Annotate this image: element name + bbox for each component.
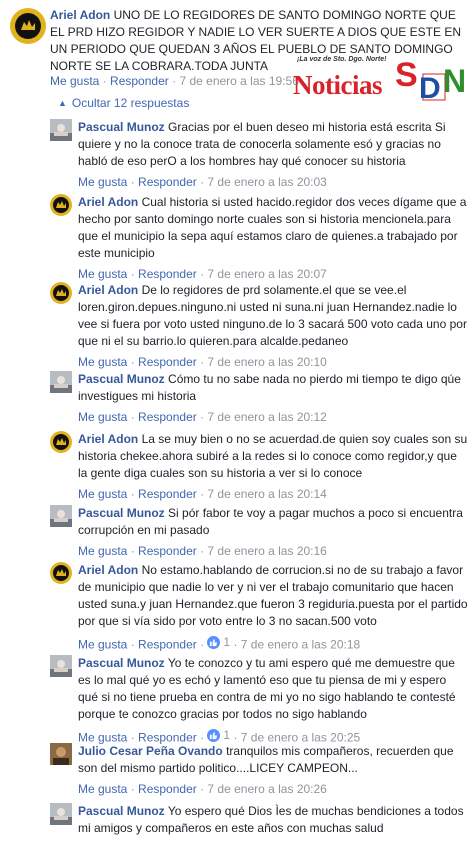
timestamp[interactable]: 7 de enero a las 20:16 [207, 544, 326, 558]
separator: · [102, 74, 111, 88]
sdn-letters: S D N [395, 56, 466, 102]
separator: · [127, 267, 139, 281]
like-link[interactable]: Me gusta [78, 410, 127, 424]
separator: · [127, 410, 139, 424]
comment-author[interactable]: Ariel Adon [50, 8, 110, 22]
hide-replies-link[interactable]: ▲ Ocultar 12 respuestas [58, 96, 189, 110]
timestamp[interactable]: 7 de enero a las 20:12 [207, 410, 326, 424]
separator: · [230, 637, 241, 652]
ariel-adon-avatar[interactable] [50, 562, 72, 584]
separator: · [196, 487, 208, 501]
separator: · [196, 544, 208, 558]
timestamp[interactable]: 7 de enero a las 20:14 [207, 487, 326, 501]
comment-author[interactable]: Pascual Munoz [78, 372, 165, 386]
comment-author[interactable]: Ariel Adon [78, 283, 138, 297]
reply-link[interactable]: Responder [110, 74, 169, 88]
separator: · [196, 175, 208, 189]
reaction-count[interactable]: 1 [207, 634, 230, 650]
comment-actions: Me gusta · Responder · 7 de enero a las … [78, 174, 468, 190]
separator: · [196, 637, 208, 652]
reply-link[interactable]: Responder [138, 782, 197, 796]
thumbs-up-icon [207, 728, 221, 742]
comment-author[interactable]: Ariel Adon [78, 195, 138, 209]
like-link[interactable]: Me gusta [78, 782, 127, 796]
chevron-up-icon: ▲ [58, 98, 67, 108]
logo-letter-s: S [395, 56, 418, 94]
ariel-adon-avatar[interactable] [10, 8, 46, 44]
like-link[interactable]: Me gusta [78, 544, 127, 558]
comment-actions: Me gusta · Responder · 7 de enero a las … [78, 409, 468, 425]
separator: · [127, 355, 139, 369]
separator: · [127, 175, 139, 189]
reaction-count[interactable]: 1 [207, 727, 230, 743]
reply-link[interactable]: Responder [138, 638, 197, 652]
like-link[interactable]: Me gusta [78, 638, 127, 652]
comment-author[interactable]: Pascual Munoz [78, 120, 165, 134]
reply-link[interactable]: Responder [138, 267, 197, 281]
separator: · [127, 637, 139, 652]
comment-author[interactable]: Pascual Munoz [78, 506, 165, 520]
pascual-munoz-avatar[interactable] [50, 655, 72, 677]
reply-link[interactable]: Responder [138, 355, 197, 369]
logo-word: Noticias [293, 70, 382, 100]
logo-tagline: ¡La voz de Sto. Dgo. Norte! [297, 56, 387, 63]
julio-cesar-peña-ovando-avatar[interactable] [50, 743, 72, 765]
hide-replies-label: Ocultar 12 respuestas [71, 96, 190, 110]
comment-actions: Me gusta · Responder · 1 · 7 de enero a … [78, 634, 468, 653]
comment-author[interactable]: Pascual Munoz [78, 656, 165, 670]
separator: · [127, 544, 139, 558]
timestamp[interactable]: 7 de enero a las 20:26 [207, 782, 326, 796]
comment-actions: Me gusta · Responder · 7 de enero a las … [78, 486, 468, 502]
reply-link[interactable]: Responder [138, 175, 197, 189]
separator: · [196, 355, 208, 369]
comment-author[interactable]: Ariel Adon [78, 432, 138, 446]
like-link[interactable]: Me gusta [78, 487, 127, 501]
ariel-adon-avatar[interactable] [50, 431, 72, 453]
comment-author[interactable]: Julio Cesar Peña Ovando [78, 744, 223, 758]
reply-link[interactable]: Responder [138, 544, 197, 558]
logo-letter-n: N [443, 63, 466, 99]
separator: · [196, 782, 208, 796]
timestamp[interactable]: 7 de enero a las 19:56 [179, 74, 298, 88]
logo-letter-d: D [419, 72, 441, 102]
like-link[interactable]: Me gusta [78, 267, 127, 281]
comment-actions: Me gusta · Responder · 7 de enero a las … [78, 266, 468, 282]
pascual-munoz-avatar[interactable] [50, 119, 72, 141]
like-link[interactable]: Me gusta [78, 355, 127, 369]
pascual-munoz-avatar[interactable] [50, 505, 72, 527]
reply-link[interactable]: Responder [138, 410, 197, 424]
comment-actions: Me gusta · Responder · 7 de enero a las … [78, 354, 468, 370]
like-link[interactable]: Me gusta [78, 175, 127, 189]
ariel-adon-avatar[interactable] [50, 194, 72, 216]
ariel-adon-avatar[interactable] [50, 282, 72, 304]
timestamp[interactable]: 7 de enero a las 20:18 [241, 638, 360, 652]
separator: · [196, 410, 208, 424]
comment-author[interactable]: Ariel Adon [78, 563, 138, 577]
separator: · [127, 782, 139, 796]
pascual-munoz-avatar[interactable] [50, 371, 72, 393]
comment-actions: Me gusta · Responder · 7 de enero a las … [50, 73, 299, 89]
comment-actions: Me gusta · Responder · 7 de enero a las … [78, 543, 468, 559]
timestamp[interactable]: 7 de enero a las 20:03 [207, 175, 326, 189]
timestamp[interactable]: 7 de enero a las 20:07 [207, 267, 326, 281]
separator: · [196, 267, 208, 281]
pascual-munoz-avatar[interactable] [50, 803, 72, 825]
reply-link[interactable]: Responder [138, 487, 197, 501]
thumbs-up-icon [207, 635, 221, 649]
separator: · [127, 487, 139, 501]
comment-author[interactable]: Pascual Munoz [78, 804, 165, 818]
comment-actions: Me gusta · Responder · 7 de enero a las … [78, 781, 468, 797]
noticias-sdn-logo: ¡La voz de Sto. Dgo. Norte! Noticias S D… [293, 52, 469, 102]
timestamp[interactable]: 7 de enero a las 20:10 [207, 355, 326, 369]
like-link[interactable]: Me gusta [50, 74, 99, 88]
